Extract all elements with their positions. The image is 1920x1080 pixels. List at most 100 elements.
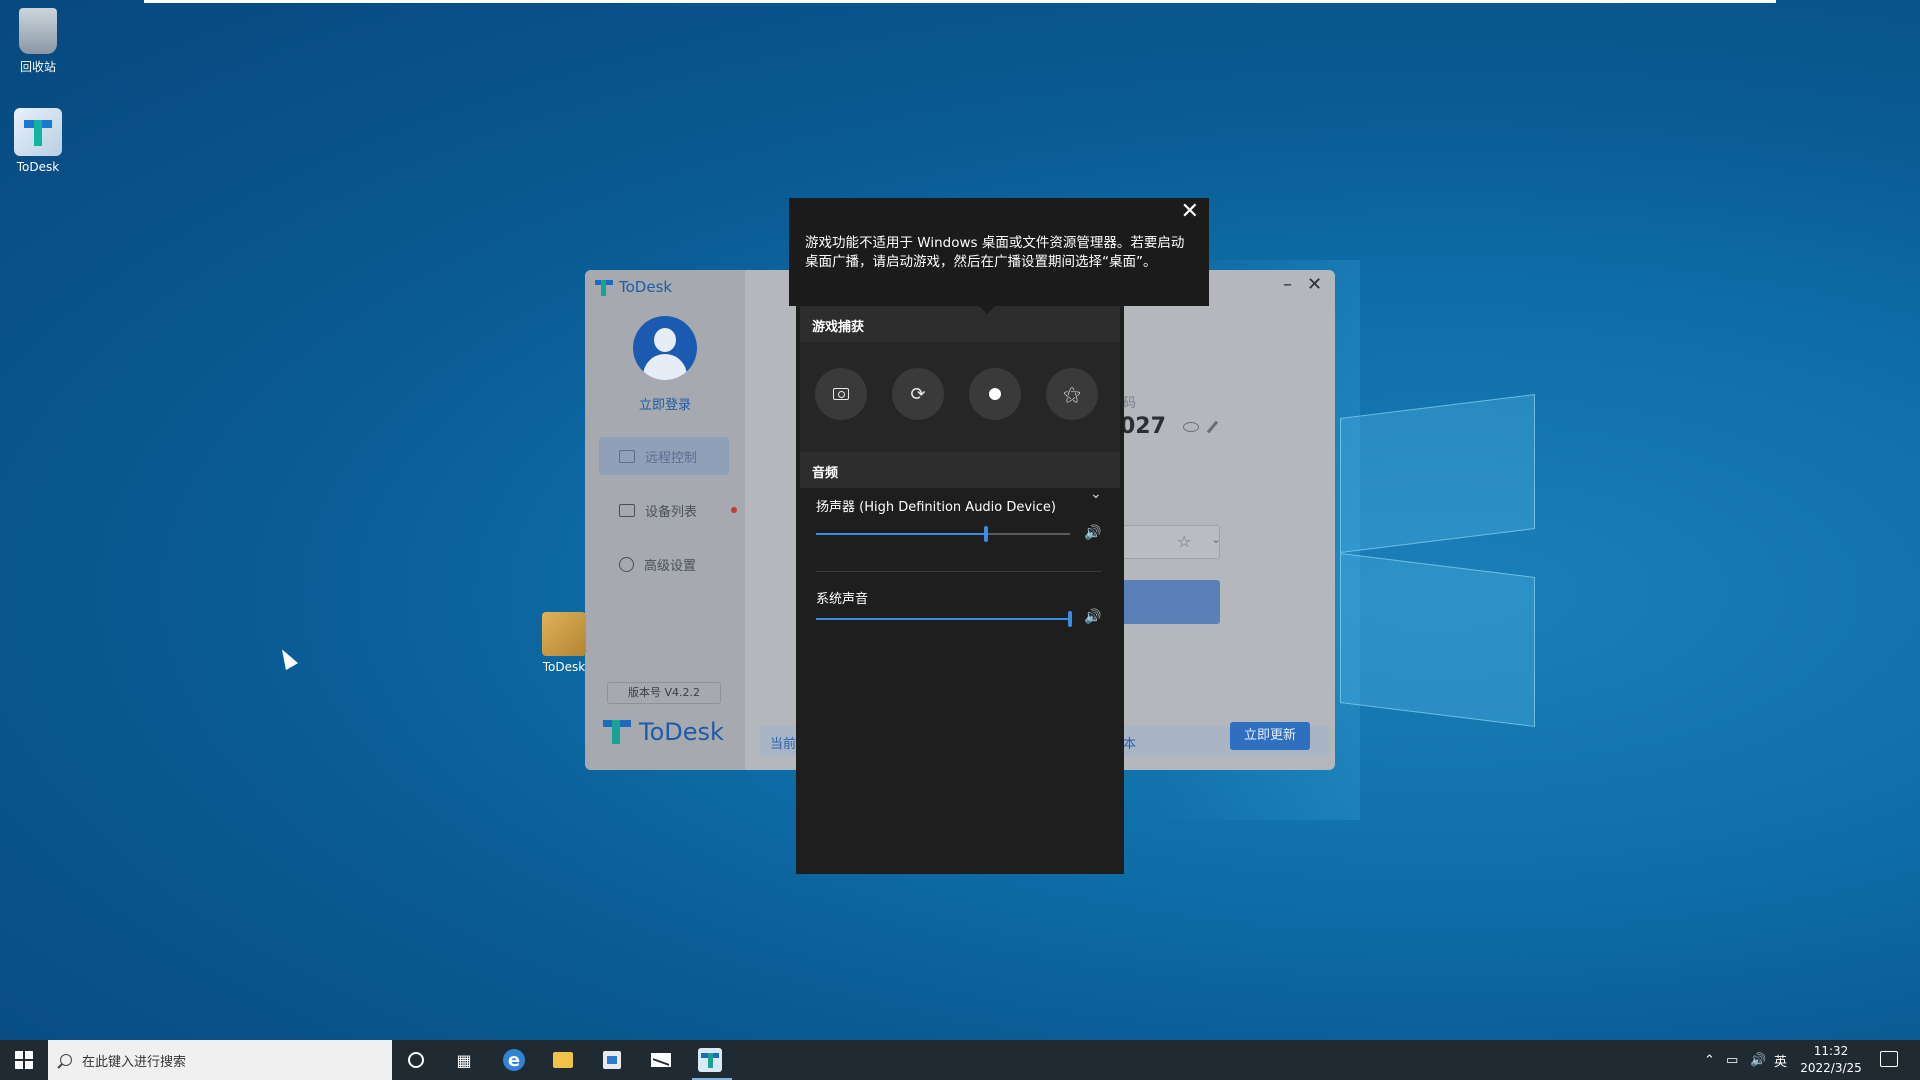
slider-thumb[interactable]: [1068, 611, 1072, 627]
capture-controls: ⟳ ⚝: [800, 342, 1120, 452]
tooltip-arrow: [979, 306, 995, 314]
desktop-icon-label: ToDesk: [16, 160, 60, 174]
volume-icon: 🔊: [1750, 1052, 1767, 1068]
record-icon: [989, 388, 1001, 400]
minimize-button[interactable]: –: [1283, 276, 1292, 294]
notification-center-icon[interactable]: [1880, 1051, 1898, 1067]
eye-icon[interactable]: [1183, 422, 1199, 432]
audio-device-select[interactable]: 扬声器 (High Definition Audio Device): [816, 496, 1056, 515]
desktop-icon-label: ToDesk: [542, 660, 586, 674]
mic-off-icon: ⚝: [1063, 383, 1081, 405]
tooltip-text-line1: 游戏功能不适用于 Windows 桌面或文件资源管理器。若要启动: [805, 235, 1185, 251]
slider-thumb[interactable]: [984, 526, 988, 542]
todesk-brand: ToDesk: [603, 718, 724, 746]
sidebar-item-device-list[interactable]: 设备列表: [599, 491, 737, 529]
search-placeholder: 在此键入进行搜索: [82, 1054, 187, 1070]
todesk-logo-icon: [603, 718, 631, 746]
device-code: 027: [1120, 414, 1166, 439]
edge-icon: e: [503, 1049, 525, 1071]
show-hidden-icons-button[interactable]: ⌃: [1704, 1040, 1715, 1080]
mouse-cursor: [275, 645, 299, 671]
sidebar-item-advanced-settings[interactable]: 高级设置: [599, 545, 729, 583]
folder-icon: [553, 1052, 573, 1068]
partner-id-input[interactable]: [1115, 525, 1220, 559]
system-sound-label: 系统声音: [816, 592, 869, 607]
logo-pane-top: [1340, 394, 1535, 553]
ime-label: 英: [1774, 1054, 1788, 1070]
gear-icon: [619, 556, 634, 572]
record-last-button[interactable]: ⟳: [892, 368, 944, 420]
sidebar-item-remote-control[interactable]: 远程控制: [599, 437, 729, 475]
sidebar-item-label: 设备列表: [645, 504, 698, 520]
edge-button[interactable]: e: [502, 1048, 526, 1072]
network-button[interactable]: ▭: [1726, 1040, 1738, 1080]
code-label: 码: [1123, 396, 1137, 411]
camera-icon: [833, 388, 849, 400]
speaker-icon[interactable]: 🔊: [1084, 609, 1101, 625]
clock-date: 2022/3/25: [1800, 1061, 1862, 1075]
cortana-icon: [408, 1052, 424, 1068]
desktop-icon-label: 回收站: [19, 60, 56, 74]
store-button[interactable]: [600, 1048, 624, 1072]
ime-button[interactable]: 英: [1774, 1040, 1787, 1080]
logo-pane-bottom: [1340, 553, 1535, 727]
network-icon: ▭: [1726, 1052, 1739, 1068]
avatar[interactable]: [633, 316, 697, 380]
update-text-left: 当前: [770, 737, 797, 752]
mic-toggle-button[interactable]: ⚝: [1046, 368, 1098, 420]
recycle-bin-icon: [19, 8, 57, 54]
star-icon[interactable]: ☆: [1177, 532, 1191, 551]
volume-button[interactable]: 🔊: [1750, 1040, 1766, 1080]
edit-icon[interactable]: [1206, 420, 1219, 434]
task-view-button[interactable]: ▦: [452, 1048, 476, 1072]
clock-time: 11:32: [1813, 1044, 1849, 1058]
devices-icon: [619, 503, 635, 517]
store-icon: [603, 1051, 621, 1069]
cortana-button[interactable]: [404, 1048, 428, 1072]
monitor-icon: [619, 449, 635, 463]
desktop-icon-todesk-installer[interactable]: ToDesk: [532, 612, 596, 674]
connect-button[interactable]: [1115, 580, 1220, 624]
installer-icon: [542, 612, 586, 656]
chevron-up-icon: ⌃: [1704, 1052, 1715, 1068]
todesk-title: ToDesk: [595, 278, 672, 296]
login-link[interactable]: 立即登录: [585, 394, 745, 413]
app-title: ToDesk: [619, 278, 673, 296]
notification-dot: [731, 507, 737, 513]
update-text-right: 本: [1123, 737, 1137, 752]
start-recording-button[interactable]: [969, 368, 1021, 420]
update-now-button[interactable]: 立即更新: [1230, 722, 1310, 750]
clock[interactable]: 11:32 2022/3/25: [1796, 1043, 1866, 1077]
capture-heading: 游戏捕获: [800, 306, 1120, 342]
speaker-icon[interactable]: 🔊: [1084, 525, 1101, 541]
audio-heading: 音频: [800, 452, 1120, 488]
version-label: 版本号 V4.2.2: [607, 682, 721, 704]
system-volume-slider[interactable]: [816, 611, 1072, 627]
game-feature-tooltip: ✕ 游戏功能不适用于 Windows 桌面或文件资源管理器。若要启动 桌面广播，…: [789, 198, 1209, 314]
close-icon[interactable]: ✕: [1181, 201, 1199, 223]
search-icon: [60, 1054, 72, 1066]
brand-label: ToDesk: [639, 718, 724, 746]
replay-icon: ⟳: [910, 383, 926, 405]
sidebar-item-label: 远程控制: [645, 450, 698, 466]
mail-button[interactable]: [649, 1048, 673, 1072]
taskbar-search[interactable]: 在此键入进行搜索: [48, 1040, 392, 1080]
todesk-icon: [698, 1048, 722, 1072]
device-volume-slider[interactable]: [816, 526, 1070, 542]
desktop-icon-todesk[interactable]: ToDesk: [6, 108, 70, 174]
chevron-down-icon[interactable]: ⌄: [1090, 486, 1102, 502]
todesk-sidebar: ToDesk 立即登录 远程控制 设备列表 高级设置 版本号 V4.2.2 To…: [585, 270, 745, 770]
game-bar-panel: 游戏捕获 ⟳ ⚝ 音频 扬声器 (High Definition Audio D…: [796, 306, 1124, 874]
start-button[interactable]: [0, 1040, 48, 1080]
screenshot-button[interactable]: [815, 368, 867, 420]
todesk-taskbar-button[interactable]: [698, 1048, 722, 1072]
desktop-icon-recycle-bin[interactable]: 回收站: [6, 8, 70, 75]
file-explorer-button[interactable]: [551, 1048, 575, 1072]
todesk-logo-icon: [595, 278, 613, 296]
close-button[interactable]: ✕: [1307, 276, 1322, 294]
tooltip-text-line2: 桌面广播，请启动游戏，然后在广播设置期间选择“桌面”。: [805, 254, 1157, 270]
taskbar: 在此键入进行搜索 ▦ e ⌃ ▭ 🔊 英 11:32 2022/3/25: [0, 1040, 1920, 1080]
task-view-icon: ▦: [456, 1050, 472, 1070]
chevron-down-icon[interactable]: ⌄: [1211, 532, 1221, 546]
mail-icon: [651, 1053, 671, 1067]
